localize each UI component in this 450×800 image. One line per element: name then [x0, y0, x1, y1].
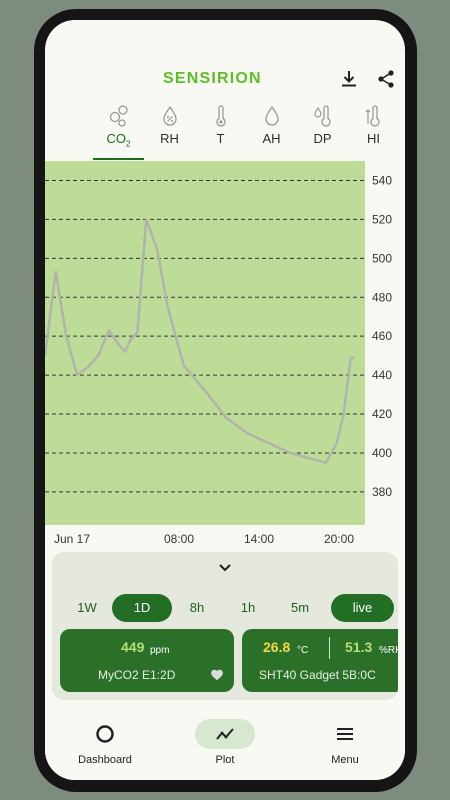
nav-label: Dashboard: [78, 754, 132, 766]
temperature-unit: °C: [297, 645, 309, 656]
bottom-navigation: Dashboard Plot Menu: [45, 702, 405, 780]
temperature-value: 26.8: [263, 639, 291, 655]
plot-line-icon: [216, 728, 234, 740]
device-panel: 1W 1D 8h 1h 5m live 449 ppm MyCO2 E1:2D …: [52, 552, 398, 700]
co2-value: 449: [121, 639, 145, 655]
app-header: SENSIRION: [45, 20, 405, 100]
device-card-myco2[interactable]: 449 ppm MyCO2 E1:2D: [60, 629, 234, 692]
y-tick-label: 380: [372, 485, 392, 499]
tab-t[interactable]: T: [195, 100, 246, 160]
y-tick-label: 400: [372, 446, 392, 460]
dew-point-icon: [314, 105, 331, 127]
app-screen: SENSIRION CO2 RH T AH DP HI 380 400 420 …: [45, 20, 405, 780]
chart-plot-area: [45, 161, 365, 525]
nav-label: Plot: [215, 754, 235, 766]
value-divider: [329, 637, 330, 659]
range-5m[interactable]: 5m: [279, 594, 321, 622]
sensirion-logo: SENSIRION: [163, 70, 262, 87]
device-name: MyCO2 E1:2D: [98, 668, 176, 682]
y-tick-label: 540: [372, 173, 392, 187]
range-8h[interactable]: 8h: [176, 594, 218, 622]
tab-label: HI: [367, 131, 380, 146]
co2-chart[interactable]: 380 400 420 440 460 480 500 520 540 Jun 17 08:00 14…: [45, 161, 405, 551]
tab-label: CO2: [106, 131, 131, 149]
x-tick-label: Jun 17: [54, 532, 90, 546]
humidity-percent-icon: [163, 105, 177, 126]
x-tick-label: 20:00: [324, 532, 354, 546]
humidity-unit: %RH: [379, 645, 398, 656]
tab-label: DP: [313, 131, 332, 146]
tab-label: AH: [262, 131, 281, 146]
co2-bubbles-icon: [109, 105, 128, 127]
range-1d[interactable]: 1D: [112, 594, 172, 622]
range-1h[interactable]: 1h: [227, 594, 269, 622]
heart-icon[interactable]: [210, 668, 224, 682]
tab-ah[interactable]: AH: [246, 100, 297, 160]
y-tick-label: 460: [372, 329, 392, 343]
y-tick-label: 440: [372, 368, 392, 382]
x-tick-label: 08:00: [164, 532, 194, 546]
menu-icon: [337, 728, 353, 740]
y-tick-label: 420: [372, 407, 392, 421]
y-tick-label: 480: [372, 290, 392, 304]
tab-co2[interactable]: CO2: [93, 100, 144, 160]
dashboard-ring-icon: [96, 725, 114, 743]
thermometer-icon: [216, 105, 226, 127]
nav-dashboard[interactable]: Dashboard: [45, 702, 165, 780]
chevron-down-icon[interactable]: [216, 560, 234, 576]
y-tick-label: 520: [372, 212, 392, 226]
device-card-sht40[interactable]: 26.8 °C 51.3 %RH SHT40 Gadget 5B:0C: [242, 629, 398, 692]
water-drop-icon: [265, 105, 279, 126]
tab-dp[interactable]: DP: [297, 100, 348, 160]
tab-hi[interactable]: HI: [348, 100, 399, 160]
share-icon[interactable]: [374, 67, 398, 91]
time-range-selector: 1W 1D 8h 1h 5m live: [52, 594, 398, 622]
tab-label: T: [216, 131, 225, 146]
co2-unit: ppm: [150, 645, 170, 656]
device-name: SHT40 Gadget 5B:0C: [259, 668, 376, 682]
range-live[interactable]: live: [331, 594, 394, 622]
nav-menu[interactable]: Menu: [285, 702, 405, 780]
nav-plot[interactable]: Plot: [165, 702, 285, 780]
nav-label: Menu: [331, 754, 359, 766]
metric-tabs: CO2 RH T AH DP HI: [93, 100, 399, 160]
x-tick-label: 14:00: [244, 532, 274, 546]
humidity-value: 51.3: [345, 639, 373, 655]
tab-label: RH: [160, 131, 179, 146]
download-icon[interactable]: [337, 67, 361, 91]
range-1w[interactable]: 1W: [66, 594, 108, 622]
heat-index-icon: [365, 105, 380, 127]
tab-rh[interactable]: RH: [144, 100, 195, 160]
y-tick-label: 500: [372, 251, 392, 265]
